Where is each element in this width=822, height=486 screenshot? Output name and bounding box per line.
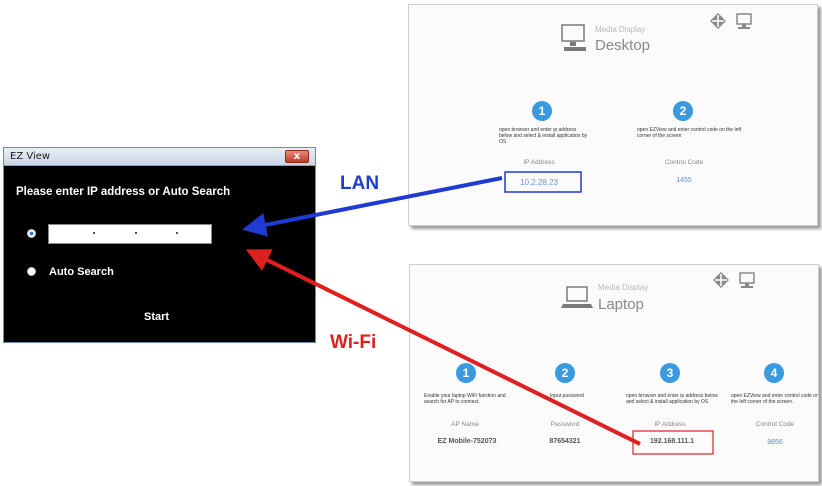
ez-view-dialog: EZ View x Please enter IP address or Aut…: [3, 147, 316, 343]
step-description: open EZView and enter control code on th…: [731, 393, 819, 405]
control-code-value: 1455: [676, 177, 692, 184]
computer-icon: [736, 13, 752, 29]
ip-separator-dot: [135, 232, 137, 234]
ap-name-label: AP Name: [451, 421, 479, 428]
dialog-prompt: Please enter IP address or Auto Search: [16, 186, 231, 198]
step-number-4: 4: [764, 363, 784, 383]
step-description: Enable your laptop WiFi function and sea…: [424, 393, 506, 405]
close-button[interactable]: x: [285, 150, 309, 163]
wifi-label: Wi-Fi: [330, 332, 377, 353]
step-description: open EZView and enter control code on th…: [637, 127, 742, 139]
dialog-title: EZ View: [10, 151, 51, 162]
ip-separator-dot: [176, 232, 178, 234]
ip-address-label: IP Address: [654, 421, 686, 428]
monitor-icon: [561, 24, 586, 51]
close-icon: x: [293, 151, 301, 162]
desktop-screenshot-panel: Media Display Desktop 1 open browser and…: [408, 4, 818, 226]
laptop-title: Laptop: [598, 296, 644, 313]
step-description: open browser and enter ip address below …: [499, 127, 588, 145]
control-code-label: Control Code: [664, 159, 704, 166]
laptop-icon: [561, 286, 593, 308]
step-number-2: 2: [673, 101, 693, 121]
ap-name-value: EZ Mobile-752073: [437, 438, 497, 445]
network-icon: [713, 272, 729, 288]
step-number-2: 2: [555, 363, 575, 383]
laptop-screenshot-panel: Media Display Laptop 1 Enable your lapto…: [409, 264, 819, 482]
control-code-label: Control Code: [755, 421, 795, 428]
ip-separator-dot: [93, 232, 95, 234]
corner-icons: [710, 13, 752, 29]
desktop-title: Desktop: [595, 37, 651, 54]
password-value: 87654321: [549, 438, 581, 445]
auto-search-label[interactable]: Auto Search: [49, 266, 114, 278]
step-number-1: 1: [532, 101, 552, 121]
dialog-titlebar[interactable]: EZ View x: [4, 148, 315, 166]
step-description: open browser and enter ip address below …: [626, 393, 718, 405]
computer-icon: [739, 272, 755, 288]
ip-address-input[interactable]: [48, 224, 212, 244]
desktop-subtitle: Media Display: [595, 25, 646, 34]
auto-search-radio-button[interactable]: [27, 267, 36, 276]
step-number-3: 3: [660, 363, 680, 383]
lan-label: LAN: [340, 173, 380, 194]
corner-icons: [713, 272, 755, 288]
ip-radio-button[interactable]: [27, 229, 36, 238]
laptop-subtitle: Media Display: [598, 283, 649, 292]
ip-address-label: IP Address: [523, 159, 555, 166]
control-code-value: 9856: [767, 439, 783, 446]
step-description: Input password: [550, 393, 584, 399]
network-icon: [710, 13, 726, 29]
password-label: Password: [550, 421, 580, 428]
ip-highlight-box: [632, 430, 714, 455]
step-number-1: 1: [456, 363, 476, 383]
start-button[interactable]: Start: [144, 311, 169, 323]
ip-highlight-box: [504, 171, 582, 193]
